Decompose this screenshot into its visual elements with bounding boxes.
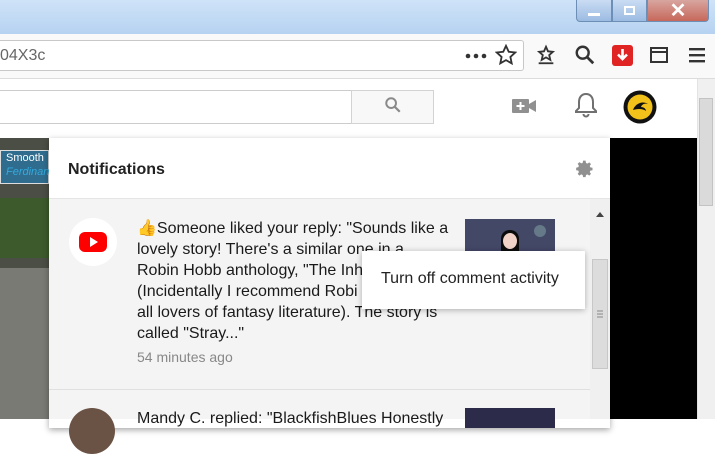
user-avatar[interactable] [622,89,657,124]
notification-divider [49,389,590,390]
notification-line: called "Stray..." [137,325,245,342]
search-button[interactable] [351,90,434,124]
url-text[interactable]: 04X3c [0,47,45,65]
search-icon[interactable] [573,43,597,67]
minimize-icon [588,13,600,16]
notification-time: 54 minutes ago [137,349,233,365]
notification-line: 👍Someone liked your reply: "Sounds like … [137,220,449,237]
close-icon: ✕ [669,0,687,22]
restore-button[interactable] [612,0,647,22]
notifications-scrollbar-thumb[interactable] [592,259,608,369]
video-player-left[interactable]: Smooth Ferdinan [0,138,49,419]
menu-icon[interactable] [686,44,708,66]
notifications-bell-icon[interactable] [572,90,600,120]
window-title-bar: ✕ [0,0,715,34]
video-player-right[interactable] [610,138,697,419]
scroll-up-icon[interactable] [595,205,605,217]
video-overlay-line2: Ferdinan [6,166,49,178]
turn-off-comment-activity-item[interactable]: Turn off comment activity [381,270,559,288]
video-thumbnail[interactable] [465,408,555,428]
youtube-logo-avatar [69,218,117,266]
download-extension-icon[interactable] [611,44,633,66]
thumbs-up-icon: 👍 [137,220,157,237]
commenter-avatar [69,408,115,454]
search-icon [384,96,402,119]
address-bar[interactable] [0,40,524,71]
gear-icon[interactable] [573,157,597,181]
close-button[interactable]: ✕ [647,0,709,22]
more-dots-icon[interactable] [463,45,489,67]
window-icon[interactable] [648,44,670,66]
restore-icon [624,6,635,15]
search-input[interactable] [0,90,352,124]
create-video-icon[interactable] [510,93,538,119]
page-scrollbar-thumb[interactable] [699,98,713,206]
bookmark-star-icon[interactable] [494,43,518,67]
reading-list-icon[interactable] [534,43,558,67]
video-overlay-line1: Smooth [6,152,44,164]
minimize-button[interactable] [576,0,612,22]
notifications-title: Notifications [68,161,165,178]
